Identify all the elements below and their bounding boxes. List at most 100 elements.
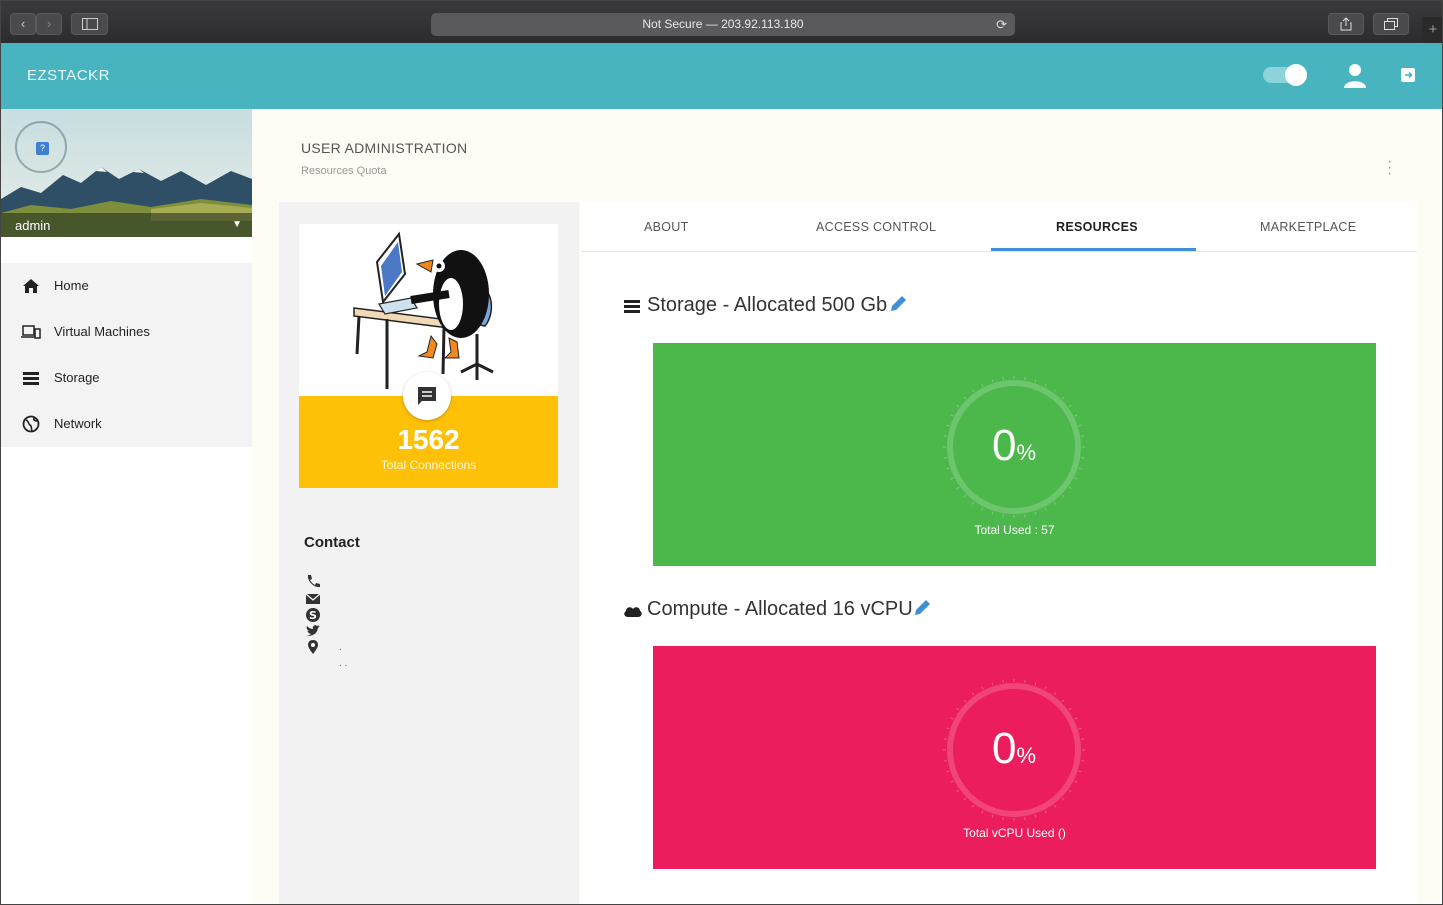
gauge-tick <box>971 692 975 696</box>
gauge-tick <box>1061 396 1065 400</box>
gauge-tick <box>963 396 967 400</box>
gauge-tick <box>991 682 994 686</box>
tabs-overview-button[interactable] <box>1373 13 1409 35</box>
toggle-knob <box>1285 64 1307 86</box>
storage-icon <box>624 300 640 313</box>
forward-button[interactable]: › <box>36 13 62 35</box>
globe-icon <box>22 415 40 433</box>
resources-card: ABOUT ACCESS CONTROL RESOURCES MARKETPLA… <box>581 202 1417 904</box>
gauge-tick <box>1044 810 1047 814</box>
total-connections-count: 1562 <box>397 424 460 455</box>
edit-compute-icon[interactable] <box>912 598 932 618</box>
cloud-icon <box>624 607 642 617</box>
sidebar-item-home[interactable]: Home <box>1 263 252 309</box>
storage-usage-panel: 0% Total Used : 57 <box>653 343 1376 566</box>
back-button[interactable]: ‹ <box>10 13 36 35</box>
share-button[interactable] <box>1328 13 1364 35</box>
gauge-tick <box>1068 707 1072 711</box>
home-icon <box>23 279 39 293</box>
sidebar-item-label: Virtual Machines <box>54 324 150 339</box>
gauge-tick <box>981 507 984 511</box>
storage-value: 0 <box>991 421 1017 470</box>
percent-unit: % <box>1016 440 1037 465</box>
address-bar[interactable]: Not Secure — 203.92.113.180 ⟳ <box>431 13 1015 36</box>
sidebar-menu: Home Virtual Machines Storage Network <box>1 263 252 447</box>
gauge-tick <box>1044 686 1047 690</box>
contact-heading: Contact <box>304 534 360 551</box>
sidebar: ? admin ▼ Home Virtual Machines Storage … <box>1 109 252 904</box>
gauge-tick <box>963 494 967 498</box>
profile-card: 1562 Total Connections Contact S . . . <box>279 202 579 904</box>
brand-title[interactable]: EZSTACKR <box>27 67 110 84</box>
theme-toggle[interactable] <box>1263 64 1307 86</box>
phone-icon <box>307 575 320 588</box>
tab-about[interactable]: ABOUT <box>644 220 689 234</box>
gauge-tick <box>1053 501 1057 505</box>
new-tab-button[interactable]: + <box>1422 17 1442 43</box>
gauge-tick <box>981 383 984 387</box>
gauge-tick <box>1068 486 1072 490</box>
gauge-tick <box>1044 507 1047 511</box>
help-icon: ? <box>36 142 49 155</box>
tab-resources[interactable]: RESOURCES <box>1056 220 1138 234</box>
gauge-tick <box>950 717 954 720</box>
user-icon <box>1344 64 1366 88</box>
tab-marketplace[interactable]: MARKETPLACE <box>1260 220 1356 234</box>
more-options-icon[interactable]: · · · <box>1387 154 1392 182</box>
gauge-tick <box>1074 780 1078 783</box>
username: admin <box>15 218 51 233</box>
compute-usage-panel: 0% Total vCPU Used () <box>653 646 1376 869</box>
user-profile-button[interactable] <box>1343 62 1367 93</box>
location-pin-icon <box>308 640 318 654</box>
chat-icon <box>418 387 436 405</box>
gauge-tick <box>1034 511 1037 515</box>
gauge-tick <box>1068 404 1072 408</box>
gauge-tick <box>971 501 975 505</box>
profile-picture <box>299 224 558 396</box>
gauge-tick <box>956 404 960 408</box>
skype-icon: S <box>306 608 320 622</box>
gauge-tick <box>950 477 954 480</box>
storage-gauge: 0% <box>943 376 1085 518</box>
logout-button[interactable] <box>1400 67 1416 88</box>
total-connections-label: Total Connections <box>380 458 477 472</box>
gauge-tick <box>981 686 984 690</box>
connections-summary: 1562 Total Connections <box>299 372 558 488</box>
gauge-tick <box>1034 379 1037 383</box>
compute-gauge: 0% <box>943 679 1085 821</box>
gauge-tick <box>1061 494 1065 498</box>
active-tab-indicator <box>991 248 1196 251</box>
main-content: USER ADMINISTRATION Resources Quota · · · <box>252 109 1442 904</box>
sidebar-toggle-button[interactable] <box>71 13 108 35</box>
address-text: Not Secure — 203.92.113.180 <box>642 17 804 31</box>
message-button[interactable] <box>403 372 451 420</box>
sidebar-item-label: Home <box>54 278 89 293</box>
gauge-tick <box>963 699 967 703</box>
gauge-tick <box>963 797 967 801</box>
browser-toolbar: ‹ › Not Secure — 203.92.113.180 ⟳ + <box>1 1 1442 43</box>
gauge-tick <box>991 511 994 515</box>
sidebar-item-network[interactable]: Network <box>1 401 252 447</box>
storage-icon <box>23 372 39 385</box>
tab-access-control[interactable]: ACCESS CONTROL <box>816 220 936 234</box>
sidebar-item-label: Storage <box>54 370 100 385</box>
contact-address-line: . <box>339 642 342 653</box>
penguin-at-desk-illustration <box>353 231 494 389</box>
user-menu[interactable]: admin ▼ <box>1 213 252 237</box>
storage-percent-value: 0% <box>943 421 1085 471</box>
svg-text:S: S <box>309 609 317 622</box>
gauge-tick <box>981 810 984 814</box>
tabs-icon <box>1384 18 1398 30</box>
sidebar-item-virtual-machines[interactable]: Virtual Machines <box>1 309 252 355</box>
edit-storage-icon[interactable] <box>888 294 908 314</box>
chevron-down-icon: ▼ <box>232 219 242 230</box>
compute-title-text: Compute - Allocated 16 vCPU <box>647 598 913 620</box>
gauge-tick <box>1053 804 1057 808</box>
reload-icon[interactable]: ⟳ <box>996 13 1007 36</box>
sidebar-item-storage[interactable]: Storage <box>1 355 252 401</box>
profile-banner: ? admin ▼ <box>1 109 252 237</box>
tab-bar: ABOUT ACCESS CONTROL RESOURCES MARKETPLA… <box>581 202 1417 252</box>
storage-title-text: Storage - Allocated 500 Gb <box>647 294 888 316</box>
sidebar-icon <box>81 18 98 30</box>
avatar[interactable]: ? <box>15 121 67 173</box>
